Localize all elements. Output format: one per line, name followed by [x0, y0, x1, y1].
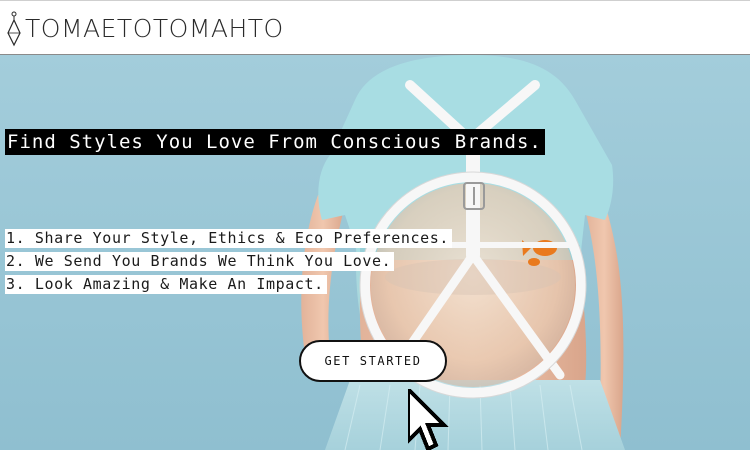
- step-1: 1. Share Your Style, Ethics & Eco Prefer…: [5, 229, 453, 248]
- logo-text: TOMAETOTOMAHTO: [25, 14, 284, 43]
- hero-section: Find Styles You Love From Conscious Bran…: [0, 55, 750, 450]
- hero-headline: Find Styles You Love From Conscious Bran…: [5, 129, 545, 155]
- step-3: 3. Look Amazing & Make An Impact.: [5, 275, 327, 294]
- step-2: 2. We Send You Brands We Think You Love.: [5, 252, 395, 271]
- site-header: TOMAETOTOMAHTO: [0, 0, 750, 55]
- site-logo[interactable]: TOMAETOTOMAHTO: [7, 11, 284, 47]
- steps-list: 1. Share Your Style, Ethics & Eco Prefer…: [5, 229, 453, 298]
- pixel-pointer-cursor-icon: [408, 389, 449, 450]
- diamond-pendant-icon: [7, 11, 21, 47]
- get-started-button[interactable]: GET STARTED: [299, 340, 447, 382]
